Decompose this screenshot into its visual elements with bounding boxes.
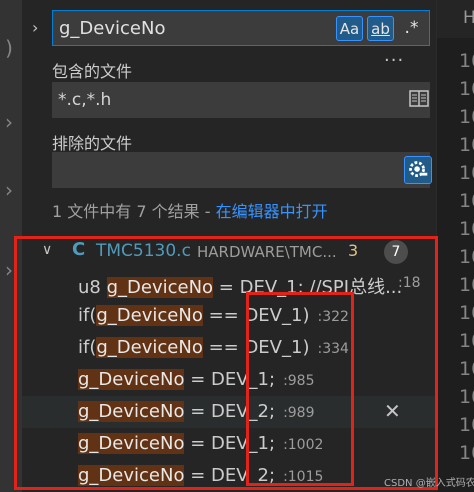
extensions-icon[interactable]: › bbox=[0, 258, 18, 282]
editor-area: HA 10 10 10 10 10 10 10 10 10 10 10 10 1… bbox=[436, 0, 474, 492]
line-number: 10 bbox=[459, 246, 474, 268]
line-number: 10 bbox=[459, 162, 474, 184]
match-row[interactable]: if(g_DeviceNo == DEV_1) :334 bbox=[22, 332, 436, 364]
file-path: HARDWARE\TMC... bbox=[197, 243, 337, 261]
line-number: 10 bbox=[459, 442, 474, 464]
match-suffix: = DEV_2; bbox=[184, 465, 276, 486]
chevron-down-icon[interactable]: ∨ bbox=[42, 242, 52, 258]
results-summary: 1 文件中有 7 个结果 - 在编辑器中打开 bbox=[52, 198, 328, 222]
match-highlight: g_DeviceNo bbox=[78, 465, 185, 486]
match-suffix: == DEV_1) bbox=[202, 337, 310, 358]
match-suffix: = DEV_1; bbox=[184, 433, 276, 454]
match-highlight: g_DeviceNo bbox=[96, 305, 203, 326]
line-number: 10 bbox=[459, 78, 474, 100]
watermark: CSDN @嵌入式码农骐踪 bbox=[384, 478, 474, 489]
match-row[interactable]: g_DeviceNo = DEV_1; :985 bbox=[22, 364, 436, 396]
match-highlight: g_DeviceNo bbox=[106, 277, 214, 298]
line-number: 10 bbox=[459, 134, 474, 156]
line-number: 10 bbox=[459, 106, 474, 128]
match-line-number: :1015 bbox=[283, 469, 324, 485]
debug-icon[interactable]: › bbox=[0, 178, 18, 202]
line-number: 10 bbox=[459, 190, 474, 212]
match-row[interactable]: g_DeviceNo = DEV_2; :1015 bbox=[22, 460, 436, 492]
match-line-number: :985 bbox=[283, 373, 315, 389]
match-line-number: :334 bbox=[317, 341, 349, 357]
editor-tab[interactable]: HA bbox=[463, 8, 474, 28]
match-line-number: :1002 bbox=[283, 437, 324, 453]
file-result-row[interactable]: ∨ C TMC5130.c HARDWARE\TMC... 3 7 bbox=[22, 238, 436, 266]
dismiss-close-icon[interactable]: ✕ bbox=[384, 399, 401, 423]
match-highlight: g_DeviceNo bbox=[78, 433, 185, 454]
match-highlight: g_DeviceNo bbox=[96, 337, 203, 358]
line-number: 10 bbox=[459, 218, 474, 240]
line-number: 10 bbox=[459, 414, 474, 436]
open-editors-book-icon[interactable] bbox=[408, 88, 430, 110]
regex-button[interactable]: .* bbox=[398, 16, 425, 41]
match-prefix: if( bbox=[78, 305, 97, 326]
match-suffix: == DEV_1) bbox=[202, 305, 310, 326]
match-row[interactable]: g_DeviceNo = DEV_1; :1002 bbox=[22, 428, 436, 460]
include-files-input[interactable]: *.c,*.h bbox=[52, 82, 430, 118]
c-file-icon: C bbox=[72, 239, 86, 260]
line-number: 10 bbox=[459, 274, 474, 296]
activity-bar: ) › › › bbox=[0, 0, 22, 492]
match-highlight: g_DeviceNo bbox=[78, 401, 185, 422]
match-prefix: u8 bbox=[78, 277, 107, 298]
scm-icon[interactable]: › bbox=[0, 110, 18, 134]
line-number: 10 bbox=[459, 50, 474, 72]
line-number: 10 bbox=[459, 358, 474, 380]
search-input-value[interactable]: g_DeviceNo bbox=[59, 18, 165, 39]
line-number: 10 bbox=[459, 302, 474, 324]
use-exclude-settings-button[interactable] bbox=[404, 156, 432, 184]
exclude-files-label: 排除的文件 bbox=[52, 134, 133, 153]
match-suffix: = DEV_1; bbox=[184, 369, 276, 390]
include-files-value[interactable]: *.c,*.h bbox=[58, 90, 111, 110]
match-line-number: :989 bbox=[283, 405, 315, 421]
match-suffix: = DEV_2; bbox=[184, 401, 276, 422]
match-suffix: = DEV_1; //SPI总线... bbox=[213, 277, 403, 298]
match-line-number: :18 bbox=[398, 275, 421, 291]
match-highlight: g_DeviceNo bbox=[78, 369, 185, 390]
open-in-editor-link[interactable]: 在编辑器中打开 bbox=[216, 202, 328, 221]
more-icon[interactable]: ··· bbox=[384, 50, 404, 71]
match-prefix: if( bbox=[78, 337, 97, 358]
match-row[interactable]: if(g_DeviceNo == DEV_1) :322 bbox=[22, 300, 436, 332]
gear-icon bbox=[409, 161, 428, 177]
search-input[interactable]: g_DeviceNo Aa ab .* bbox=[52, 10, 430, 46]
files-icon[interactable]: ) bbox=[0, 36, 18, 60]
whole-word-button[interactable]: ab bbox=[367, 16, 394, 41]
match-row[interactable]: u8 g_DeviceNo = DEV_1; //SPI总线... :18 bbox=[22, 268, 436, 300]
match-row[interactable]: g_DeviceNo = DEV_2; :989 ✕ bbox=[22, 396, 436, 428]
file-name: TMC5130.c bbox=[96, 241, 191, 261]
match-case-button[interactable]: Aa bbox=[336, 16, 363, 41]
problem-count: 3 bbox=[348, 241, 359, 260]
include-files-label: 包含的文件 bbox=[52, 62, 133, 81]
line-number: 10 bbox=[459, 330, 474, 352]
match-line-number: :322 bbox=[317, 309, 349, 325]
match-count-badge: 7 bbox=[384, 240, 408, 264]
exclude-files-input[interactable] bbox=[52, 152, 432, 188]
line-number: 10 bbox=[459, 386, 474, 408]
toggle-replace-chevron-icon[interactable]: › bbox=[32, 18, 38, 37]
results-summary-text: 1 文件中有 7 个结果 - bbox=[52, 202, 216, 221]
